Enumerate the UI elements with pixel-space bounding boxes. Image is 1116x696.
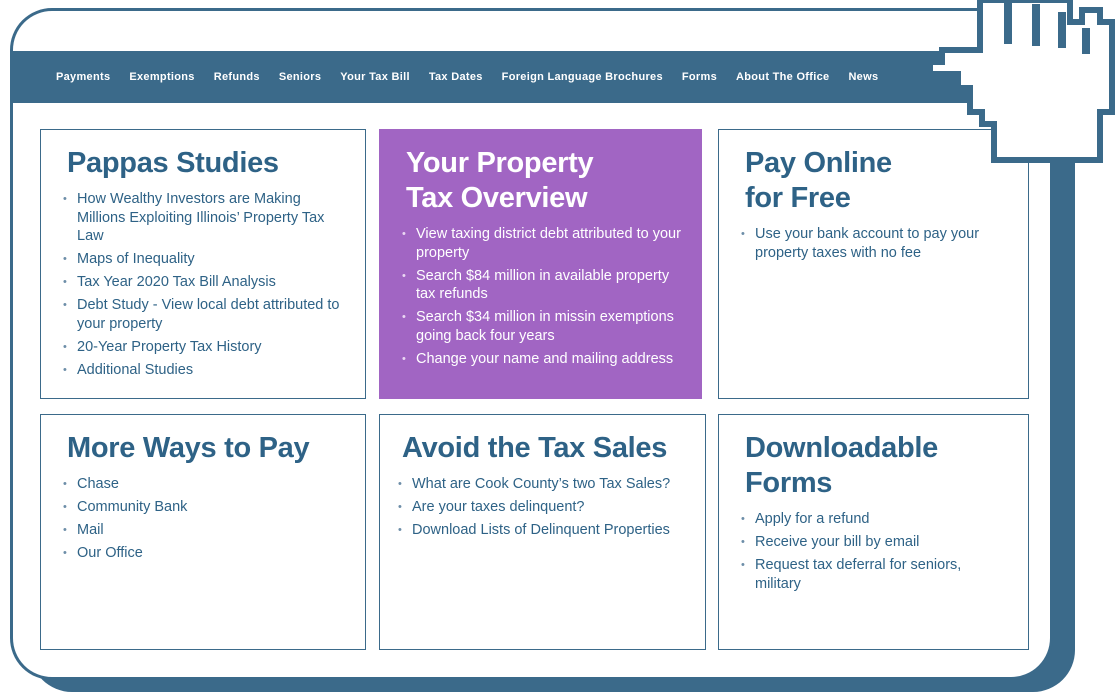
card-property-tax-overview: Your PropertyTax Overview View taxing di…: [379, 129, 702, 399]
main-navigation: Payments Exemptions Refunds Seniors Your…: [13, 51, 1050, 103]
list-item-link[interactable]: How Wealthy Investors are Making Million…: [63, 190, 347, 246]
card-title-line2: Forms: [745, 467, 833, 499]
list-item-link[interactable]: Maps of Inequality: [63, 250, 347, 269]
card-downloadable-forms: DownloadableForms Apply for a refund Rec…: [718, 414, 1029, 650]
nav-your-tax-bill[interactable]: Your Tax Bill: [340, 71, 410, 83]
card-title: Pappas Studies: [67, 147, 279, 179]
nav-news[interactable]: News: [848, 71, 878, 83]
nav-exemptions[interactable]: Exemptions: [129, 71, 194, 83]
link-list: Apply for a refund Receive your bill by …: [741, 510, 1010, 593]
nav-tax-dates[interactable]: Tax Dates: [429, 71, 483, 83]
list-item-link[interactable]: Additional Studies: [63, 361, 347, 380]
nav-forms[interactable]: Forms: [682, 71, 717, 83]
link-list: What are Cook County’s two Tax Sales? Ar…: [398, 475, 687, 540]
list-item-link[interactable]: Are your taxes delinquent?: [398, 498, 687, 517]
list-item-link[interactable]: Mail: [63, 521, 347, 540]
pointer-hand-icon: [930, 0, 1115, 163]
list-item-link[interactable]: Search $84 million in available property…: [402, 267, 683, 304]
browser-frame: Payments Exemptions Refunds Seniors Your…: [10, 8, 1053, 680]
card-title-line1: Your Property: [406, 147, 594, 179]
list-item-link[interactable]: Tax Year 2020 Tax Bill Analysis: [63, 273, 347, 292]
list-item-link[interactable]: 20-Year Property Tax History: [63, 338, 347, 357]
list-item-link[interactable]: Request tax deferral for seniors, milita…: [741, 556, 1010, 593]
list-item-link[interactable]: Debt Study - View local debt attributed …: [63, 296, 347, 333]
list-item-link[interactable]: Our Office: [63, 544, 347, 563]
list-item-link[interactable]: Chase: [63, 475, 347, 494]
nav-refunds[interactable]: Refunds: [214, 71, 260, 83]
link-list: Use your bank account to pay your proper…: [741, 225, 1010, 262]
list-item-link[interactable]: Download Lists of Delinquent Properties: [398, 521, 687, 540]
card-title: Avoid the Tax Sales: [402, 432, 668, 464]
list-item-link[interactable]: View taxing district debt attributed to …: [402, 225, 683, 262]
nav-seniors[interactable]: Seniors: [279, 71, 321, 83]
list-item-link[interactable]: Receive your bill by email: [741, 533, 1010, 552]
nav-payments[interactable]: Payments: [56, 71, 110, 83]
link-list: View taxing district debt attributed to …: [402, 225, 683, 368]
card-title-line2: for Free: [745, 182, 851, 214]
nav-foreign-language-brochures[interactable]: Foreign Language Brochures: [502, 71, 663, 83]
list-item-link[interactable]: Apply for a refund: [741, 510, 1010, 529]
card-title: More Ways to Pay: [67, 432, 310, 464]
card-title: Downloadable Forms: [745, 431, 1028, 501]
card-title: Your Property Tax Overview: [406, 146, 701, 216]
list-item-link[interactable]: What are Cook County’s two Tax Sales?: [398, 475, 687, 494]
list-item-link[interactable]: Community Bank: [63, 498, 347, 517]
link-list: How Wealthy Investors are Making Million…: [63, 190, 347, 379]
card-title-line2: Tax Overview: [406, 182, 588, 214]
card-pappas-studies: Pappas Studies How Wealthy Investors are…: [40, 129, 366, 399]
list-item-link[interactable]: Use your bank account to pay your proper…: [741, 225, 1010, 262]
card-title-line1: Downloadable: [745, 432, 938, 464]
card-more-ways-to-pay: More Ways to Pay Chase Community Bank Ma…: [40, 414, 366, 650]
list-item-link[interactable]: Change your name and mailing address: [402, 350, 683, 369]
card-title-line1: Pay Online: [745, 147, 892, 179]
list-item-link[interactable]: Search $34 million in missin exemptions …: [402, 308, 683, 345]
card-avoid-tax-sales: Avoid the Tax Sales What are Cook County…: [379, 414, 706, 650]
link-list: Chase Community Bank Mail Our Office: [63, 475, 347, 563]
nav-about-the-office[interactable]: About The Office: [736, 71, 829, 83]
